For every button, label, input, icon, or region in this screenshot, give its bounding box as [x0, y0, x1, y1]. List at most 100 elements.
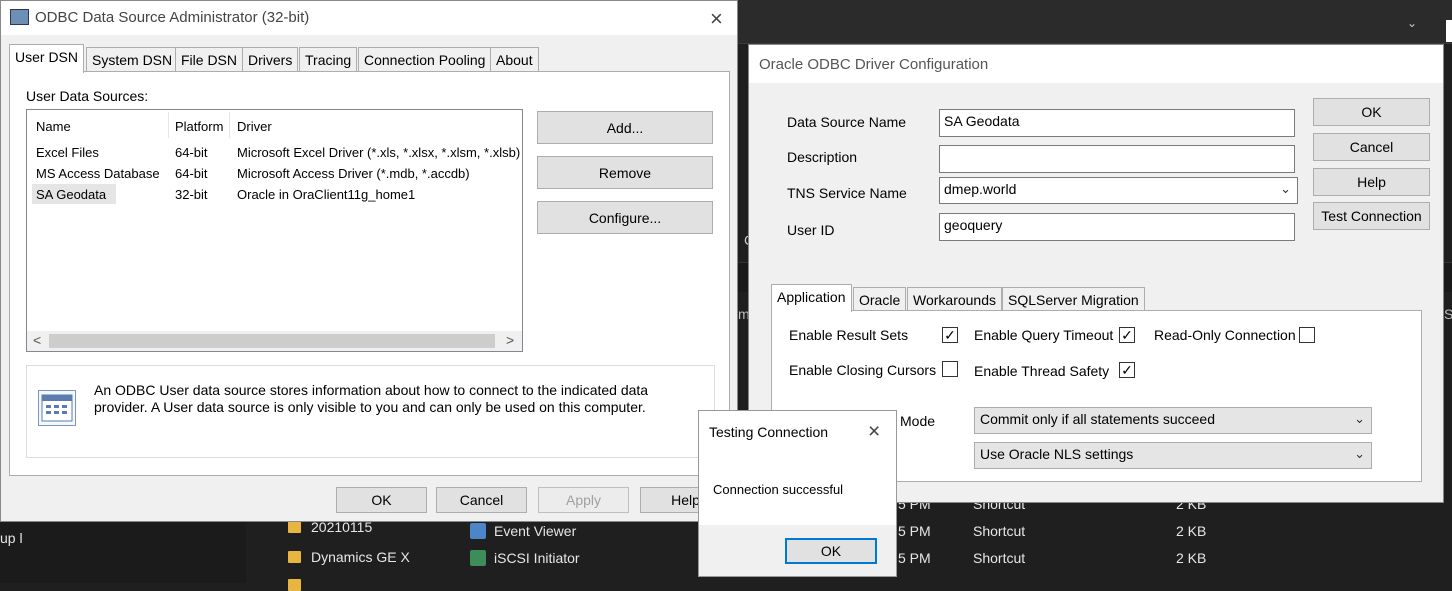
- tab-connection-pooling[interactable]: Connection Pooling: [358, 47, 492, 72]
- ok-button[interactable]: OK: [785, 538, 877, 564]
- close-icon[interactable]: ×: [710, 8, 723, 30]
- commit-mode-select[interactable]: Commit only if all statements succeed ⌄: [974, 407, 1372, 434]
- table-row-driver[interactable]: Microsoft Access Driver (*.mdb, *.accdb): [237, 166, 470, 181]
- file-name[interactable]: iSCSI Initiator: [494, 550, 580, 566]
- chevron-down-icon[interactable]: ⌄: [1354, 446, 1365, 462]
- configure-button[interactable]: Configure...: [537, 201, 713, 234]
- window-title: Oracle ODBC Driver Configuration: [759, 56, 989, 73]
- table-row-driver[interactable]: Microsoft Excel Driver (*.xls, *.xlsx, *…: [237, 145, 520, 160]
- file-size: 2 KB: [1176, 523, 1207, 539]
- enable-result-sets-label: Enable Result Sets: [789, 327, 909, 343]
- data-sources-list[interactable]: Name Platform Driver Excel Files 64-bit …: [26, 109, 523, 352]
- tns-service-select[interactable]: dmep.world ⌄: [939, 177, 1298, 204]
- column-divider[interactable]: [229, 112, 230, 138]
- dialog-message: Connection successful: [713, 482, 844, 497]
- tab-user-dsn[interactable]: User DSN: [9, 44, 85, 73]
- file-size: 2 KB: [1176, 550, 1207, 566]
- test-connection-button[interactable]: Test Connection: [1313, 202, 1430, 230]
- dialog-footer: OK: [699, 525, 896, 576]
- enable-thread-safety-checkbox[interactable]: ✓: [1119, 362, 1135, 378]
- table-row-driver[interactable]: Oracle in OraClient11g_home1: [237, 187, 415, 202]
- column-divider[interactable]: [168, 112, 169, 138]
- help-button[interactable]: Help: [1313, 168, 1430, 196]
- apply-button[interactable]: Apply: [538, 487, 629, 513]
- info-box: An ODBC User data source stores informat…: [26, 365, 715, 458]
- file-name[interactable]: Event Viewer: [494, 523, 576, 539]
- title-bar: Oracle ODBC Driver Configuration: [749, 45, 1443, 83]
- horizontal-scrollbar[interactable]: < >: [27, 331, 522, 351]
- folder-icon: [288, 521, 301, 533]
- tab-file-dsn[interactable]: File DSN: [175, 47, 244, 72]
- tab-sqlserver-migration[interactable]: SQLServer Migration: [1002, 287, 1145, 311]
- description-field[interactable]: [939, 145, 1295, 173]
- dialog-title: Testing Connection: [709, 424, 829, 440]
- enable-query-timeout-checkbox[interactable]: ✓: [1119, 327, 1135, 343]
- table-row-platform[interactable]: 64-bit: [175, 166, 208, 181]
- tab-oracle[interactable]: Oracle: [853, 287, 907, 311]
- description-label: Description: [787, 149, 858, 165]
- read-only-connection-checkbox[interactable]: [1299, 327, 1315, 343]
- explorer-edge: [1446, 20, 1452, 42]
- tab-system-dsn[interactable]: System DSN: [86, 47, 179, 72]
- close-icon[interactable]: ×: [868, 421, 880, 442]
- chevron-down-icon[interactable]: ⌄: [1407, 16, 1417, 30]
- testing-connection-dialog: Testing Connection × Connection successf…: [698, 410, 897, 577]
- column-header-name[interactable]: Name: [36, 119, 71, 134]
- tns-label: TNS Service Name: [787, 185, 907, 201]
- file-type: Shortcut: [973, 550, 1026, 566]
- enable-closing-cursors-label: Enable Closing Cursors: [789, 362, 937, 378]
- table-row-name[interactable]: MS Access Database: [36, 166, 160, 181]
- file-time: 5 PM: [898, 550, 931, 566]
- explorer-toolbar: [738, 0, 1452, 44]
- dsn-label: Data Source Name: [787, 114, 907, 130]
- tab-workarounds[interactable]: Workarounds: [907, 287, 1003, 311]
- chevron-down-icon[interactable]: ⌄: [1280, 181, 1291, 197]
- folder-icon: [288, 551, 301, 563]
- table-row-name[interactable]: Excel Files: [36, 145, 99, 160]
- explorer-clipped-text: S: [1444, 306, 1452, 322]
- ok-button[interactable]: OK: [336, 487, 427, 513]
- user-id-label: User ID: [787, 222, 835, 238]
- nls-value: Use Oracle NLS settings: [980, 446, 1134, 462]
- data-source-icon: [38, 390, 76, 426]
- ok-button[interactable]: OK: [1313, 98, 1430, 126]
- file-name[interactable]: Dynamics GE X: [311, 549, 410, 565]
- commit-mode-value: Commit only if all statements succeed: [980, 411, 1215, 427]
- tab-about[interactable]: About: [490, 47, 539, 72]
- commit-mode-label: Mode: [900, 413, 936, 429]
- enable-query-timeout-label: Enable Query Timeout: [974, 327, 1114, 343]
- nav-pane: [0, 522, 246, 583]
- table-row-platform[interactable]: 32-bit: [175, 187, 208, 202]
- remove-button[interactable]: Remove: [537, 156, 713, 189]
- cancel-button[interactable]: Cancel: [436, 487, 527, 513]
- user-id-field[interactable]: geoquery: [939, 213, 1295, 241]
- window-title: ODBC Data Source Administrator (32-bit): [35, 9, 310, 26]
- list-label: User Data Sources:: [26, 88, 149, 104]
- scroll-thumb[interactable]: [49, 334, 495, 348]
- iscsi-initiator-icon: [470, 550, 486, 566]
- scroll-right-icon[interactable]: >: [506, 332, 514, 348]
- nls-select[interactable]: Use Oracle NLS settings ⌄: [974, 442, 1372, 469]
- enable-thread-safety-label: Enable Thread Safety: [974, 363, 1110, 379]
- column-header-platform[interactable]: Platform: [175, 119, 223, 134]
- dsn-field[interactable]: SA Geodata: [939, 109, 1295, 137]
- add-button[interactable]: Add...: [537, 111, 713, 144]
- cancel-button[interactable]: Cancel: [1313, 133, 1430, 161]
- table-row-platform[interactable]: 64-bit: [175, 145, 208, 160]
- column-header-driver[interactable]: Driver: [237, 119, 272, 134]
- table-row-name-selected[interactable]: SA Geodata: [36, 187, 106, 202]
- enable-result-sets-checkbox[interactable]: ✓: [942, 327, 958, 343]
- tab-drivers[interactable]: Drivers: [242, 47, 299, 72]
- tab-application[interactable]: Application: [771, 284, 852, 312]
- info-text: An ODBC User data source stores informat…: [94, 382, 649, 415]
- odbc-app-icon: [10, 9, 29, 25]
- tab-tracing[interactable]: Tracing: [299, 47, 358, 72]
- odbc-admin-window: ODBC Data Source Administrator (32-bit) …: [0, 0, 738, 522]
- enable-closing-cursors-checkbox[interactable]: [942, 361, 958, 377]
- scroll-left-icon[interactable]: <: [33, 332, 41, 348]
- chevron-down-icon[interactable]: ⌄: [1354, 411, 1365, 427]
- nav-pane-text: up l: [0, 530, 23, 546]
- tns-service-value: dmep.world: [944, 181, 1017, 197]
- read-only-connection-label: Read-Only Connection: [1154, 327, 1296, 343]
- title-bar: ODBC Data Source Administrator (32-bit) …: [1, 1, 737, 35]
